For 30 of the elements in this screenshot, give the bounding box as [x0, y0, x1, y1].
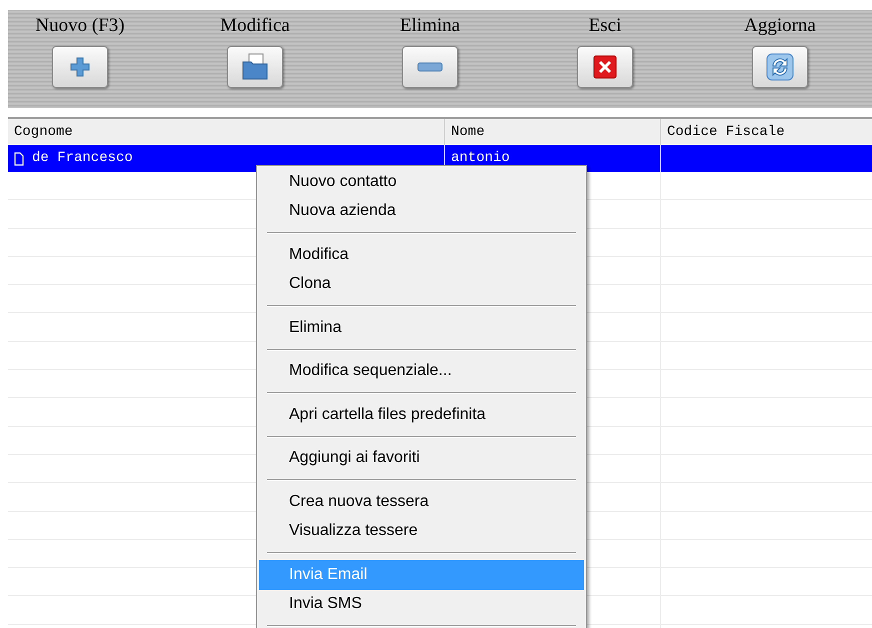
- menu-item[interactable]: Apri cartella files predefinita: [259, 400, 584, 430]
- refresh-icon: [766, 53, 794, 81]
- menu-item[interactable]: Elimina: [259, 313, 584, 342]
- toolbar-label: Nuovo (F3): [35, 14, 125, 38]
- toolbar-label: Aggiorna: [744, 14, 816, 38]
- menu-item[interactable]: Aggiungi ai favoriti: [259, 444, 584, 473]
- plus-icon: [69, 56, 91, 78]
- menu-item[interactable]: Invia SMS: [259, 590, 584, 619]
- minus-icon: [417, 62, 443, 72]
- table-row[interactable]: de Francesco antonio: [8, 145, 872, 172]
- menu-item[interactable]: Crea nuova tessera: [259, 487, 584, 516]
- document-icon: [14, 152, 24, 166]
- table-cell-text: antonio: [451, 149, 510, 168]
- toolbar-button[interactable]: [752, 46, 808, 88]
- menu-item[interactable]: Clona: [259, 270, 584, 299]
- column-header[interactable]: Cognome: [8, 119, 444, 145]
- toolbar-label: Elimina: [400, 14, 460, 38]
- toolbar-button[interactable]: [227, 46, 283, 88]
- toolbar-label: Modifica: [220, 14, 290, 38]
- close-icon: [593, 55, 617, 79]
- menu-item[interactable]: Nuova azienda: [259, 196, 584, 226]
- toolbar-button[interactable]: [577, 46, 633, 88]
- table-cell-text: de Francesco: [32, 149, 133, 168]
- toolbar-label: Esci: [588, 14, 622, 38]
- menu-item[interactable]: Modifica: [259, 240, 584, 270]
- menu-item[interactable]: Modifica sequenziale...: [259, 356, 584, 386]
- document-folder-icon: [240, 52, 270, 82]
- toolbar-button[interactable]: [402, 46, 458, 88]
- menu-item[interactable]: Visualizza tessere: [259, 516, 584, 546]
- toolbar-button[interactable]: [52, 46, 108, 88]
